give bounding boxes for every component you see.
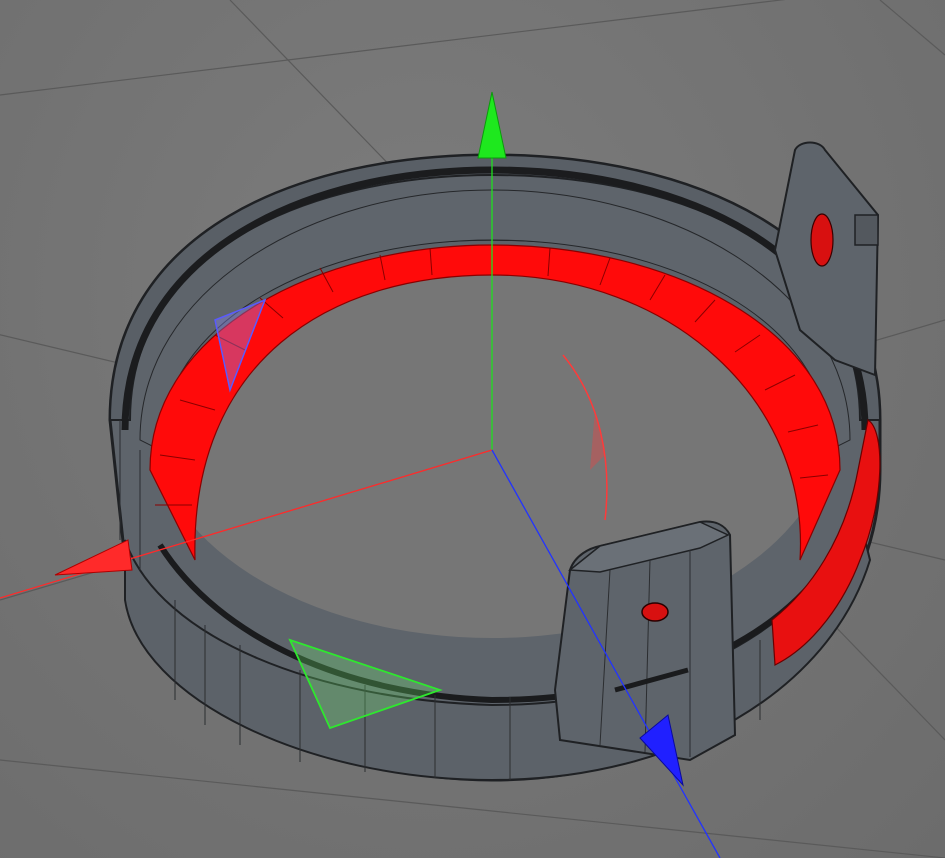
move-y-arrow-icon[interactable] (477, 91, 507, 159)
back-tab-hole-icon (810, 213, 834, 267)
front-tab-hole-icon (641, 602, 669, 622)
3d-viewport[interactable] (0, 0, 945, 858)
viewport-canvas[interactable] (0, 0, 945, 858)
move-x-arrow-icon[interactable] (54, 539, 133, 576)
